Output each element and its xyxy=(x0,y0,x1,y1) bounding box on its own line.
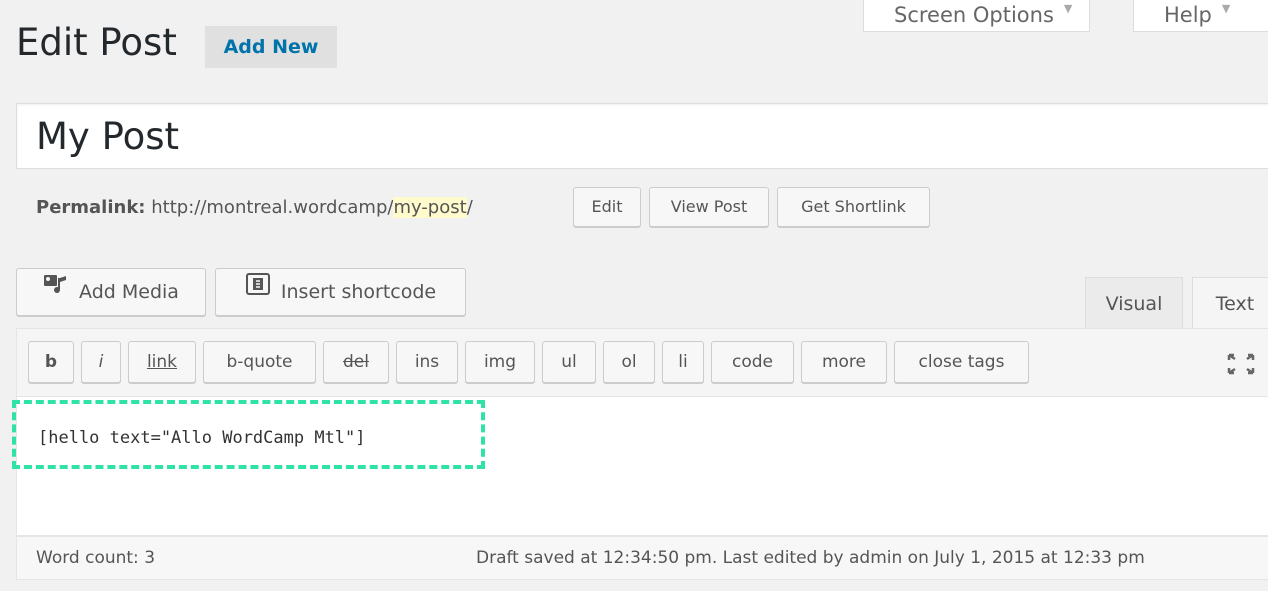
get-shortlink-button[interactable]: Get Shortlink xyxy=(777,187,930,227)
caret-down-icon: ▼ xyxy=(1063,2,1073,15)
qt-bquote-button[interactable]: b-quote xyxy=(203,341,316,383)
add-new-button[interactable]: Add New xyxy=(205,26,337,68)
page-title: Edit Post xyxy=(16,21,177,64)
insert-shortcode-button[interactable]: Insert shortcode xyxy=(215,268,466,316)
autosave-status: Draft saved at 12:34:50 pm. Last edited … xyxy=(476,548,1145,568)
qt-code-button[interactable]: code xyxy=(711,341,794,383)
screen-options-label: Screen Options xyxy=(894,3,1054,27)
permalink: Permalink: http://montreal.wordcamp/my-p… xyxy=(36,193,473,223)
qt-ul-button[interactable]: ul xyxy=(542,341,596,383)
permalink-base: http://montreal.wordcamp/ xyxy=(151,197,394,218)
insert-shortcode-label: Insert shortcode xyxy=(280,281,437,303)
qt-link-button[interactable]: link xyxy=(128,341,196,383)
permalink-slug[interactable]: my-post xyxy=(393,197,467,218)
help-tab[interactable]: Help ▼ xyxy=(1133,0,1268,32)
qt-ol-button[interactable]: ol xyxy=(603,341,655,383)
post-title-value: My Post xyxy=(36,115,179,158)
help-label: Help xyxy=(1164,3,1212,27)
add-media-button[interactable]: Add Media xyxy=(16,268,206,316)
qt-bold-button[interactable]: b xyxy=(28,341,74,383)
permalink-label: Permalink: xyxy=(36,197,146,218)
qt-italic-button[interactable]: i xyxy=(81,341,121,383)
shortcode-highlight xyxy=(12,400,485,469)
fullscreen-icon[interactable] xyxy=(1226,352,1256,376)
word-count: Word count: 3 xyxy=(36,548,156,568)
add-media-label: Add Media xyxy=(79,281,179,303)
tab-text[interactable]: Text xyxy=(1192,277,1268,329)
shortcode-icon xyxy=(245,267,271,313)
qt-li-button[interactable]: li xyxy=(662,341,704,383)
caret-down-icon: ▼ xyxy=(1221,2,1231,15)
media-icon xyxy=(43,267,69,313)
post-title-input[interactable] xyxy=(16,103,1268,169)
permalink-trailing: / xyxy=(466,197,473,218)
screen-options-tab[interactable]: Screen Options ▼ xyxy=(863,0,1090,32)
view-post-button[interactable]: View Post xyxy=(649,187,769,227)
permalink-edit-button[interactable]: Edit xyxy=(573,187,641,227)
tab-visual[interactable]: Visual xyxy=(1085,277,1183,329)
qt-img-button[interactable]: img xyxy=(465,341,535,383)
qt-close-tags-button[interactable]: close tags xyxy=(894,341,1029,383)
qt-more-button[interactable]: more xyxy=(801,341,887,383)
qt-ins-button[interactable]: ins xyxy=(396,341,458,383)
qt-del-button[interactable]: del xyxy=(323,341,389,383)
